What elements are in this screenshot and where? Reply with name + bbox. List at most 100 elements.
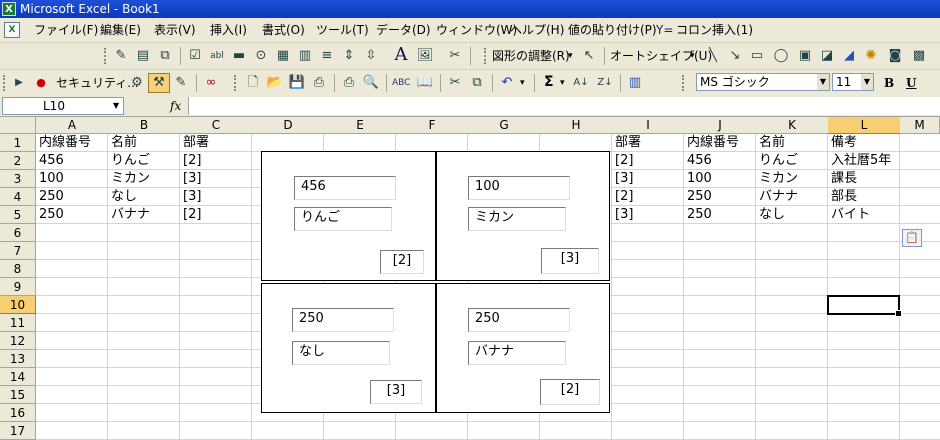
chevron-down-icon[interactable]: ▾ [560, 74, 565, 92]
wordart-gallery-icon[interactable]: ◢ [840, 47, 858, 65]
wordart-icon[interactable]: ◪ [818, 47, 836, 65]
menu-file[interactable]: ファイル(F) [34, 23, 98, 37]
menu-tools[interactable]: ツール(T) [316, 23, 369, 37]
table-cell[interactable]: 456 [36, 152, 108, 170]
toolbar-grip[interactable] [484, 48, 489, 64]
header-cell[interactable]: 名前 [756, 134, 828, 152]
button-control-icon[interactable]: ▬ [230, 47, 248, 65]
table-cell[interactable]: 456 [684, 152, 756, 170]
save-icon[interactable]: 💾 [288, 74, 306, 92]
column-header-e[interactable]: E [324, 117, 397, 134]
macro-security-button[interactable]: セキュリティ... [56, 74, 139, 92]
menu-data[interactable]: データ(D) [376, 23, 431, 37]
menu-window[interactable]: ウィンドウ(W) [436, 23, 517, 37]
print-preview-icon[interactable]: 🔍 [362, 74, 380, 92]
menu-format[interactable]: 書式(O) [262, 23, 305, 37]
table-cell[interactable]: バナナ [108, 206, 180, 224]
table-cell[interactable]: なし [108, 188, 180, 206]
select-objects-icon[interactable]: ↖ [580, 47, 598, 65]
active-cell[interactable] [827, 295, 902, 317]
table-cell[interactable]: ミカン [108, 170, 180, 188]
row-header-5[interactable]: 5 [0, 206, 36, 224]
header-cell[interactable]: 部署 [180, 134, 252, 152]
row-header-3[interactable]: 3 [0, 170, 36, 188]
header-cell[interactable]: 内線番号 [684, 134, 756, 152]
toolbar-grip[interactable] [3, 75, 8, 91]
card-name-field[interactable]: バナナ [468, 341, 566, 365]
chevron-down-icon[interactable]: ▼ [861, 74, 873, 90]
column-header-f[interactable]: F [396, 117, 469, 134]
table-cell[interactable]: 100 [684, 170, 756, 188]
card-name-field[interactable]: ミカン [468, 207, 566, 231]
table-cell[interactable]: りんご [108, 152, 180, 170]
print-icon[interactable]: ⎙ [340, 74, 358, 92]
colon-insert-icon[interactable]: Y= [656, 23, 673, 37]
script-editor-icon[interactable]: ∞ [202, 74, 220, 92]
card-dept-field[interactable]: [2] [380, 250, 424, 274]
employee-card[interactable]: 456 りんご [2] [261, 151, 436, 281]
table-cell[interactable]: 250 [36, 206, 108, 224]
header-cell[interactable]: 備考 [828, 134, 900, 152]
draw-adjust-menu[interactable]: 図形の調整(R) [492, 47, 570, 65]
row-header-17[interactable]: 17 [0, 422, 36, 440]
table-cell[interactable]: バイト [828, 206, 900, 224]
toolbar-grip[interactable] [234, 75, 239, 91]
menu-help[interactable]: ヘルプ(H) [510, 23, 564, 37]
table-cell[interactable]: 250 [684, 188, 756, 206]
spin-button-icon[interactable]: ⇕ [340, 47, 358, 65]
table-cell[interactable]: 入社暦5年 [828, 152, 900, 170]
pencil-chart-icon[interactable]: ✎ [112, 47, 130, 65]
column-header-j[interactable]: J [684, 117, 757, 134]
chevron-down-icon[interactable]: ▾ [690, 47, 695, 65]
row-header-8[interactable]: 8 [0, 260, 36, 278]
card-name-field[interactable]: なし [292, 341, 390, 365]
menu-view[interactable]: 表示(V) [154, 23, 196, 37]
table-cell[interactable]: [2] [180, 206, 252, 224]
font-name-select[interactable]: MS ゴシック ▼ [696, 73, 830, 91]
table-cell[interactable]: [2] [612, 188, 684, 206]
view-code-icon[interactable]: ⧉ [156, 47, 174, 65]
card-extension-field[interactable]: 250 [468, 308, 570, 332]
column-header-k[interactable]: K [756, 117, 829, 134]
copy-icon[interactable]: ⧉ [468, 74, 486, 92]
insert-picture-icon[interactable]: ▩ [910, 47, 928, 65]
column-header-i[interactable]: I [612, 117, 685, 134]
control-toolbox-icon[interactable]: ✎ [172, 74, 190, 92]
table-cell[interactable]: [3] [612, 170, 684, 188]
column-header-c[interactable]: C [180, 117, 253, 134]
select-all-corner[interactable] [0, 117, 36, 134]
table-cell[interactable]: りんご [756, 152, 828, 170]
table-cell[interactable]: [3] [612, 206, 684, 224]
row-header-12[interactable]: 12 [0, 332, 36, 350]
row-header-9[interactable]: 9 [0, 278, 36, 296]
employee-card[interactable]: 100 ミカン [3] [436, 151, 610, 281]
row-header-13[interactable]: 13 [0, 350, 36, 368]
card-name-field[interactable]: りんご [294, 207, 392, 231]
row-header-11[interactable]: 11 [0, 314, 36, 332]
textbox-icon[interactable]: abl [208, 47, 226, 65]
column-header-m[interactable]: M [900, 117, 940, 134]
arrow-icon[interactable]: ↘ [726, 47, 744, 65]
workbook-icon[interactable]: X [4, 22, 20, 38]
table-cell[interactable]: [3] [180, 188, 252, 206]
column-header-d[interactable]: D [252, 117, 325, 134]
chevron-down-icon[interactable]: ▼ [817, 74, 829, 90]
text-box-icon[interactable]: ▣ [796, 47, 814, 65]
sort-ascending-icon[interactable]: A↓ [572, 74, 590, 92]
worksheet-grid[interactable]: ABCDEFGHIJKLM 1 2 3 4 5 6 7 8 9 10 11 12 13 14 15 16 17 … [0, 117, 940, 440]
toolbar-grip[interactable] [682, 75, 687, 91]
properties-icon[interactable]: ▤ [134, 47, 152, 65]
table-cell[interactable]: ミカン [756, 170, 828, 188]
row-header-6[interactable]: 6 [0, 224, 36, 242]
card-dept-field[interactable]: [3] [541, 248, 599, 274]
table-cell[interactable]: 250 [36, 188, 108, 206]
toolbar-grip[interactable] [104, 48, 109, 64]
column-header-l[interactable]: L [828, 117, 901, 134]
chart-wizard-icon[interactable]: ▥ [626, 74, 644, 92]
spelling-icon[interactable]: ABC [392, 74, 410, 92]
chevron-down-icon[interactable]: ▼ [113, 98, 119, 114]
header-cell[interactable]: 部署 [612, 134, 684, 152]
row-header-2[interactable]: 2 [0, 152, 36, 170]
more-controls-icon[interactable]: ✂ [446, 47, 464, 65]
cut-icon[interactable]: ✂ [446, 74, 464, 92]
